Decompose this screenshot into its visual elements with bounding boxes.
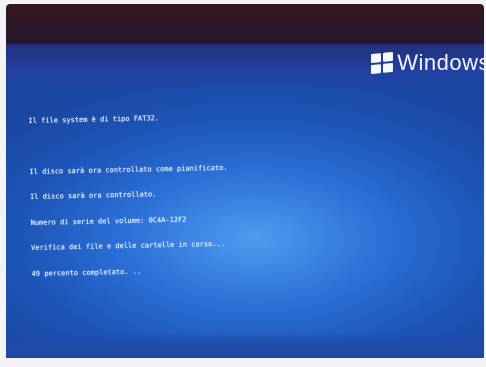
console-line-scheduled: Il disco sarà ora controllato come piani… xyxy=(29,163,228,176)
monitor-bezel xyxy=(6,4,484,48)
console-line-progress: 49 percento completato. .. xyxy=(31,267,142,278)
console-output: Il file system è di tipo FAT32. Il disco… xyxy=(28,96,230,295)
console-line-verifying: Verifica dei file e delle cartelle in co… xyxy=(31,239,226,252)
windows-flag-icon xyxy=(371,51,394,75)
windows-logo-text: Windows xyxy=(397,50,484,75)
console-line-filesystem: Il file system è di tipo FAT32. xyxy=(28,114,160,125)
windows-logo: Windows xyxy=(371,50,484,76)
console-line-serial: Numero di serie del volume: 0C4A-12F2 xyxy=(30,215,187,227)
chkdsk-screen: Windows Il file system è di tipo FAT32. … xyxy=(6,44,484,358)
console-line-checking: Il disco sarà ora controllato. xyxy=(29,190,157,201)
screen-bottom-band xyxy=(6,332,484,358)
